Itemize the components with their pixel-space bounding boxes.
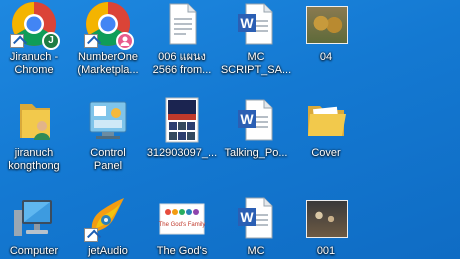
shortcut-arrow-icon (84, 34, 98, 48)
svg-text:W: W (240, 15, 254, 31)
desktop-icon-label: Computer (9, 245, 59, 257)
desktop-icon-label: 04 (319, 51, 333, 63)
svg-text:The God's Family: The God's Family (159, 222, 206, 228)
desktop-icon-label: Cover (311, 147, 341, 159)
profile-avatar-badge (116, 32, 134, 50)
user-folder-icon (10, 96, 58, 144)
desktop: J Jiranuch - Chrome NumberOne (Marketpla… (0, 0, 460, 259)
folder-icon (302, 96, 350, 144)
shortcut-arrow-icon (84, 228, 98, 242)
shortcut-arrow-icon (10, 34, 24, 48)
desktop-icon-312903097[interactable]: 312903097_... (144, 96, 220, 160)
desktop-icon-numberone[interactable]: NumberOne (Marketpla... (70, 0, 146, 77)
desktop-icon-label: Talking_Po... (224, 147, 288, 159)
svg-text:W: W (240, 209, 254, 225)
desktop-icon-mc[interactable]: W MC (218, 194, 294, 258)
desktop-icon-jiranuch-kongthong[interactable]: jiranuch kongthong (0, 96, 72, 173)
word-document-icon: W (232, 0, 280, 48)
chrome-icon (84, 0, 134, 50)
desktop-icon-jetaudio[interactable]: jetAudio (70, 194, 146, 258)
word-document-icon: W (232, 96, 280, 144)
desktop-icon-006[interactable]: 006 แผนง 2566 from... (144, 0, 220, 77)
image-thumbnail-icon: The God's Family (158, 194, 206, 242)
desktop-icon-001[interactable]: 001 (288, 194, 364, 258)
profile-badge: J (42, 32, 60, 50)
desktop-icon-label: NumberOne (Marketpla... (77, 51, 139, 76)
desktop-icon-the-gods[interactable]: The God's Family The God's (144, 194, 220, 258)
computer-icon (10, 194, 58, 242)
desktop-icon-label: Control Panel (90, 147, 126, 172)
desktop-icon-label: 001 (316, 245, 336, 257)
document-icon (158, 0, 206, 48)
desktop-icon-computer[interactable]: Computer (0, 194, 72, 258)
desktop-icon-label: The God's (156, 245, 208, 257)
desktop-icon-cover[interactable]: Cover (288, 96, 364, 160)
photo-thumbnail-icon (302, 0, 350, 48)
jetaudio-icon (84, 194, 132, 242)
control-panel-icon (84, 96, 132, 144)
desktop-icon-label: jetAudio (88, 245, 128, 257)
image-thumbnail-icon (158, 96, 206, 144)
desktop-icon-jiranuch-chrome[interactable]: J Jiranuch - Chrome (0, 0, 72, 77)
desktop-icon-label: MC SCRIPT_SA... (220, 51, 292, 76)
chrome-icon: J (10, 0, 60, 50)
desktop-icon-label: 312903097_... (146, 147, 218, 159)
word-document-icon: W (232, 194, 280, 242)
desktop-icon-mc-script[interactable]: W MC SCRIPT_SA... (218, 0, 294, 77)
desktop-icon-label: 006 แผนง 2566 from... (152, 51, 212, 76)
desktop-icon-label: jiranuch kongthong (8, 147, 60, 172)
svg-text:W: W (240, 111, 254, 127)
desktop-icon-talking-po[interactable]: W Talking_Po... (218, 96, 294, 160)
desktop-icon-04[interactable]: 04 (288, 0, 364, 64)
desktop-icon-control-panel[interactable]: Control Panel (70, 96, 146, 173)
desktop-icon-label: Jiranuch - Chrome (9, 51, 59, 76)
photo-thumbnail-icon (302, 194, 350, 242)
desktop-icon-label: MC (247, 245, 265, 257)
